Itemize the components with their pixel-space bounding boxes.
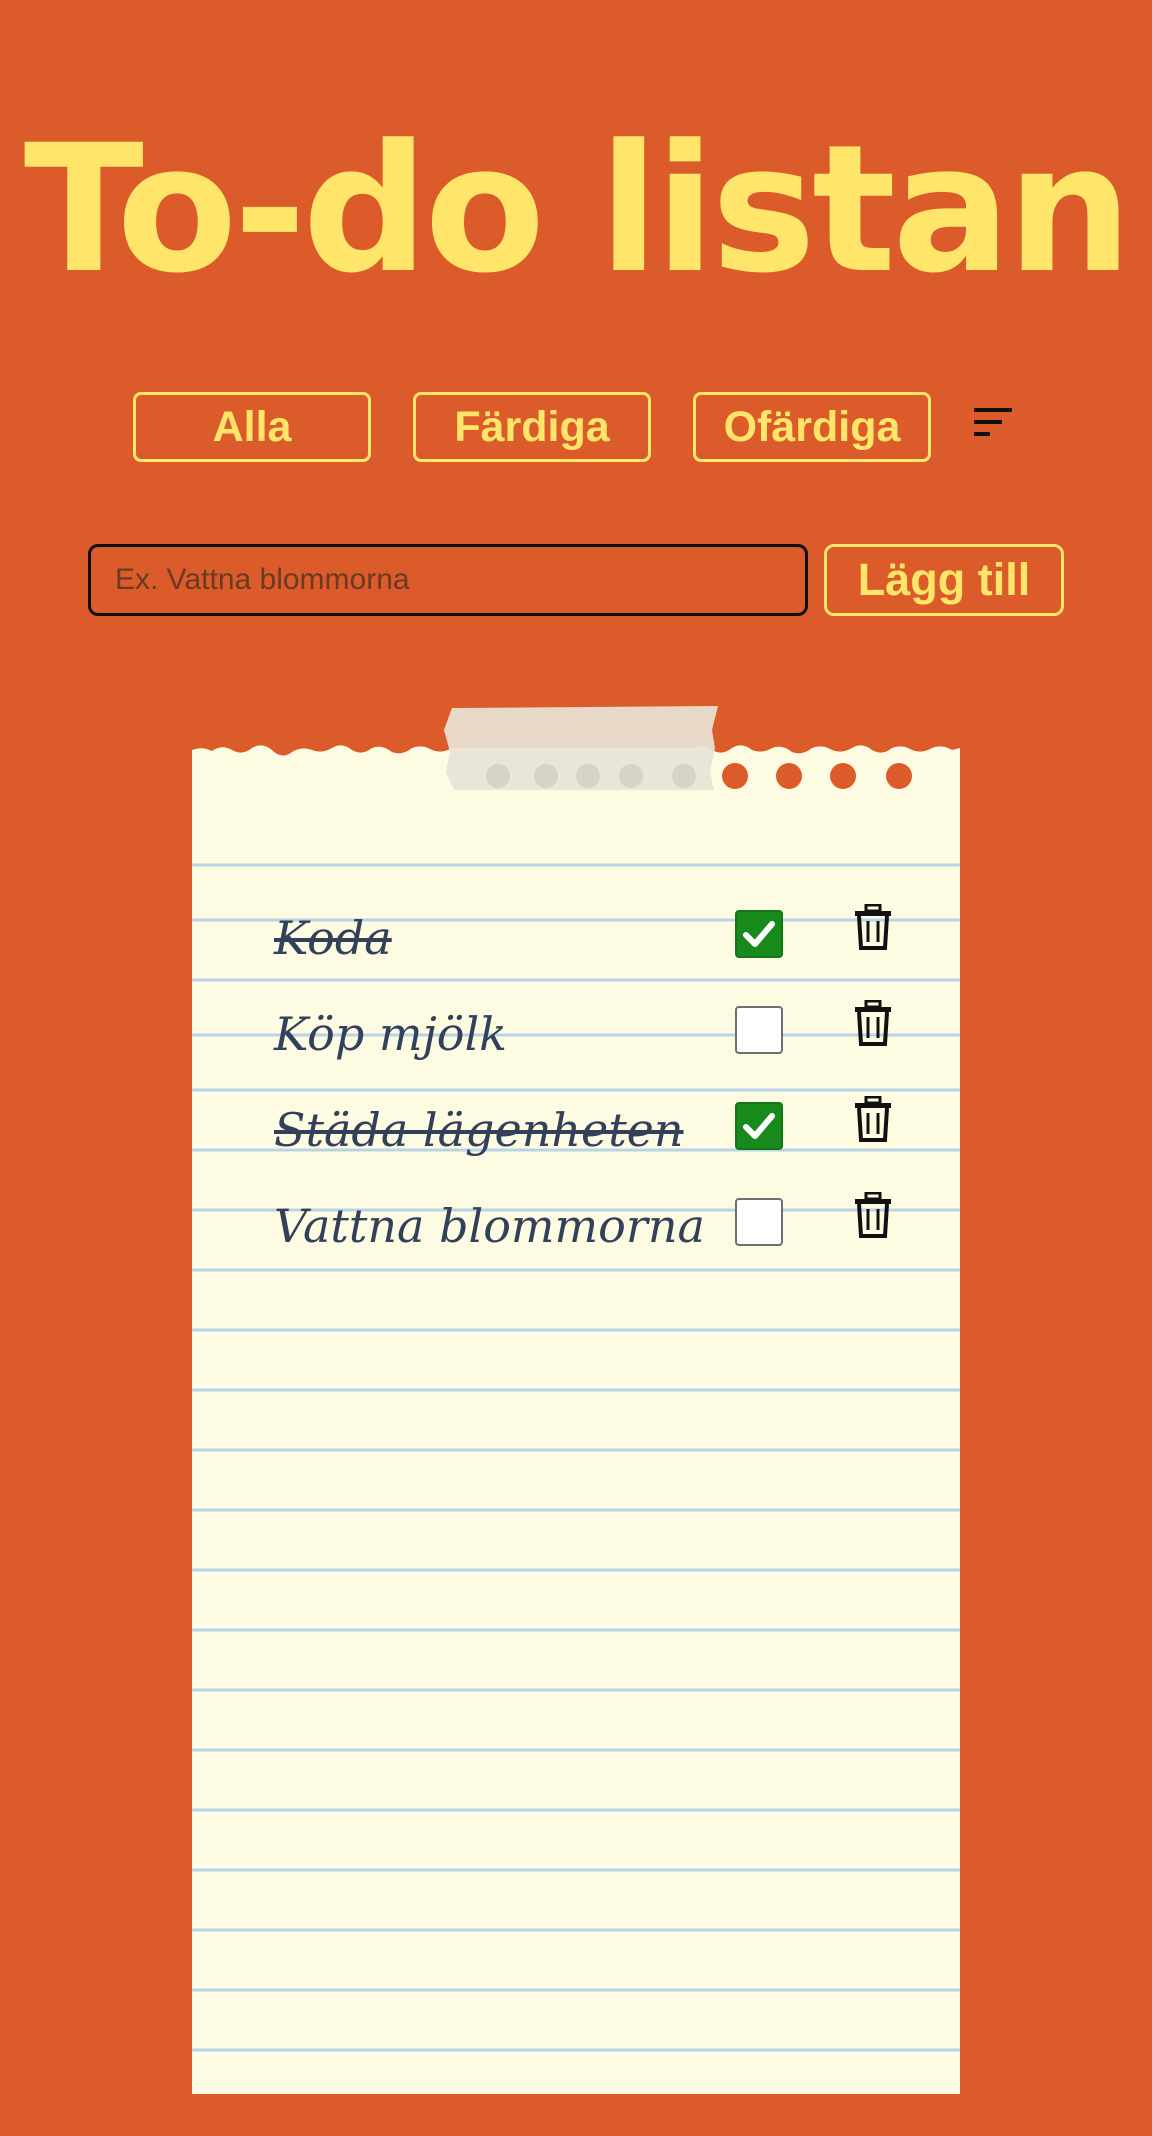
- add-button[interactable]: Lägg till: [824, 544, 1064, 616]
- todo-text: Städa lägenheten: [274, 1103, 684, 1157]
- todo-text: Köp mjölk: [274, 1007, 508, 1061]
- trash-icon[interactable]: [853, 1000, 893, 1046]
- notepad-paper: Koda Köp mjölk Städa lägenheten Vattna b…: [192, 690, 960, 2094]
- filter-all-button[interactable]: Alla: [133, 392, 371, 462]
- checkmark-icon: [743, 921, 775, 947]
- trash-icon[interactable]: [853, 904, 893, 950]
- todo-text: Koda: [274, 911, 392, 965]
- trash-icon[interactable]: [853, 1192, 893, 1238]
- todo-item: Vattna blommorna: [192, 1190, 960, 1270]
- sort-icon[interactable]: [974, 406, 1016, 438]
- page-title: To-do listan: [23, 107, 1132, 312]
- trash-icon[interactable]: [853, 1096, 893, 1142]
- todo-checkbox[interactable]: [735, 910, 783, 958]
- filter-done-button[interactable]: Färdiga: [413, 392, 651, 462]
- checkmark-icon: [743, 1113, 775, 1139]
- todo-input[interactable]: [88, 544, 808, 616]
- todo-checkbox[interactable]: [735, 1006, 783, 1054]
- todo-checkbox[interactable]: [735, 1102, 783, 1150]
- todo-item: Köp mjölk: [192, 998, 960, 1078]
- todo-checkbox[interactable]: [735, 1198, 783, 1246]
- filter-undone-button[interactable]: Ofärdiga: [693, 392, 931, 462]
- todo-text: Vattna blommorna: [274, 1199, 705, 1253]
- todo-item: Koda: [192, 902, 960, 982]
- todo-item: Städa lägenheten: [192, 1094, 960, 1174]
